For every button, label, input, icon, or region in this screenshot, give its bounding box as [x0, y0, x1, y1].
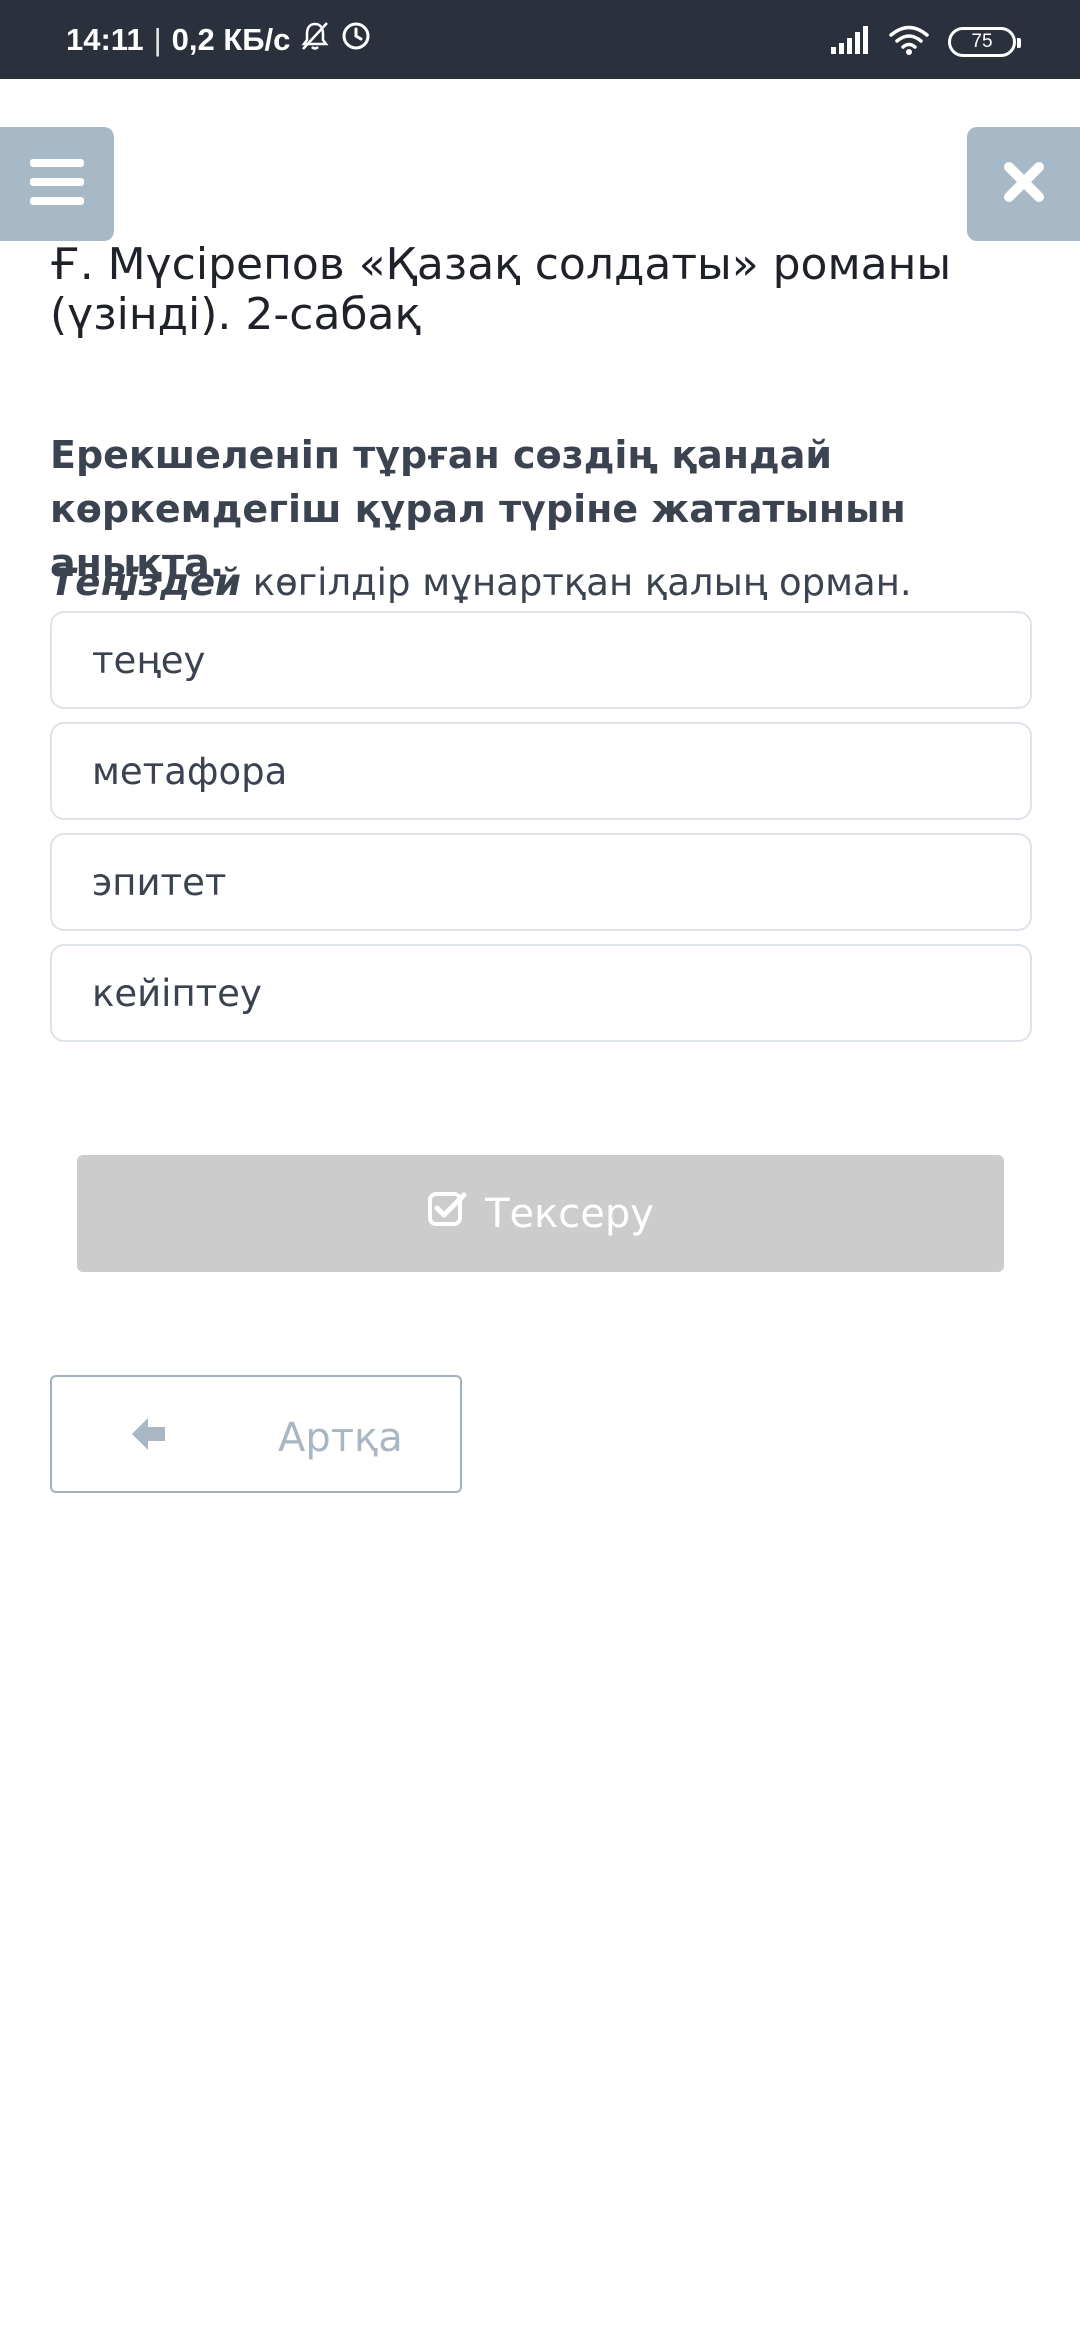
- answer-options: теңеу метафора эпитет кейіптеу: [50, 611, 1032, 1055]
- back-button[interactable]: Артқа: [50, 1375, 462, 1493]
- arrow-left-icon: [128, 1414, 168, 1458]
- checkbox-check-icon: [427, 1189, 467, 1239]
- highlighted-word: Теңіздей: [50, 561, 241, 604]
- close-x-icon: [1003, 161, 1045, 207]
- check-button[interactable]: Тексеру: [77, 1155, 1004, 1272]
- alarm-clock-icon: [340, 20, 372, 60]
- close-button[interactable]: [967, 127, 1080, 241]
- battery-indicator: 75: [948, 27, 1021, 57]
- sentence-rest: көгілдір мұнартқан қалың орман.: [240, 561, 912, 604]
- page-title: Ғ. Мүсірепов «Қазақ солдаты» романы (үзі…: [50, 239, 952, 340]
- menu-button[interactable]: [0, 127, 114, 241]
- answer-option[interactable]: теңеу: [50, 611, 1032, 709]
- back-button-label: Артқа: [278, 1415, 403, 1461]
- signal-strength-icon: [830, 25, 870, 59]
- status-separator: |: [153, 22, 162, 57]
- answer-option[interactable]: метафора: [50, 722, 1032, 820]
- answer-option[interactable]: эпитет: [50, 833, 1032, 931]
- status-time: 14:11: [66, 22, 144, 57]
- check-button-label: Тексеру: [485, 1190, 654, 1237]
- status-bar: 14:11 | 0,2 КБ/с 75: [0, 0, 1080, 79]
- network-speed: 0,2 КБ/с: [171, 22, 291, 57]
- status-right: 75: [830, 24, 1021, 60]
- notifications-muted-icon: [300, 20, 330, 60]
- status-left: 14:11 | 0,2 КБ/с: [66, 22, 372, 58]
- wifi-icon: [888, 24, 930, 60]
- hamburger-menu-icon: [30, 159, 84, 209]
- question-sentence: Теңіздей көгілдір мұнартқан қалың орман.: [50, 558, 1050, 608]
- answer-option[interactable]: кейіптеу: [50, 944, 1032, 1042]
